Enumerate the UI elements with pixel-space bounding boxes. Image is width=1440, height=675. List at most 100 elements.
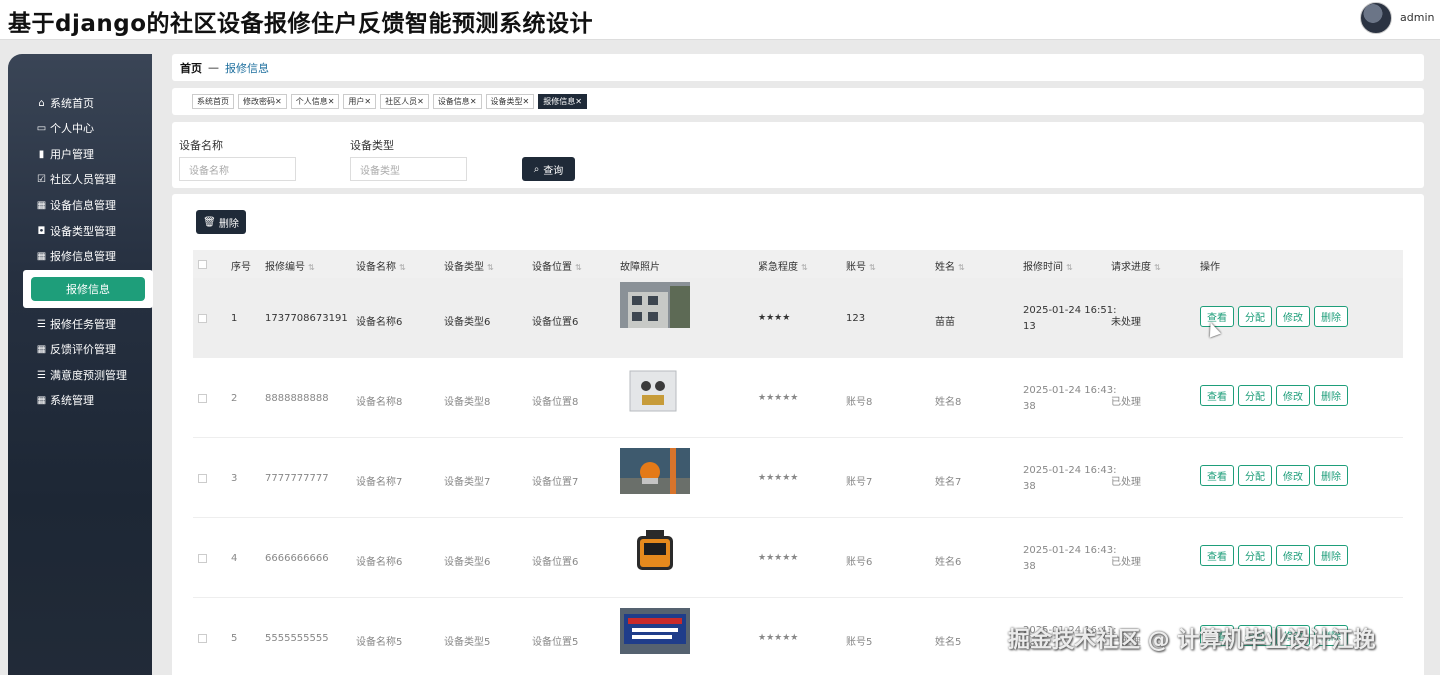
cell-account: 账号5 [846, 637, 873, 648]
tag-staff[interactable]: 社区人员 ✕ [380, 94, 429, 109]
top-bar: 基于django的社区设备报修住户反馈智能预测系统设计 admin [0, 0, 1440, 40]
cell-account: 账号6 [846, 557, 873, 568]
sidebar-item-system[interactable]: ▦ 系统管理 [36, 391, 94, 409]
tag-password[interactable]: 修改密码 ✕ [238, 94, 287, 109]
tag-device-info[interactable]: 设备信息 ✕ [432, 94, 482, 109]
cell-device-type: 设备类型5 [444, 637, 491, 648]
row-checkbox[interactable] [198, 314, 207, 323]
assign-button[interactable]: 分配 [1238, 465, 1272, 486]
cell-device-name: 设备名称6 [356, 557, 403, 568]
col-person[interactable]: 姓名 ⇅ [935, 258, 965, 273]
edit-button[interactable]: 修改 [1276, 465, 1310, 486]
cell-device-location: 设备位置6 [532, 317, 579, 328]
fault-photo[interactable] [620, 368, 690, 414]
delete-button[interactable]: 删除 [1314, 306, 1348, 327]
col-time[interactable]: 报修时间 ⇅ [1023, 258, 1073, 273]
check-icon: ☑ [37, 173, 46, 185]
cell-time: 2025-01-24 16:43: [1023, 385, 1117, 396]
device-name-input[interactable]: 设备名称 [179, 157, 296, 181]
sidebar-item-device-info[interactable]: ▦ 设备信息管理 [36, 196, 116, 214]
search-button[interactable]: ⌕ 查询 [522, 157, 575, 181]
delete-button[interactable]: 删除 [1314, 385, 1348, 406]
assign-button[interactable]: 分配 [1238, 385, 1272, 406]
tag-device-type[interactable]: 设备类型 ✕ [485, 94, 535, 109]
avatar[interactable] [1360, 2, 1392, 34]
cell-device-name: 设备名称5 [356, 637, 403, 648]
view-button[interactable]: 查看 [1200, 385, 1234, 406]
cell-device-type: 设备类型8 [444, 397, 491, 408]
view-button[interactable]: 查看 [1200, 465, 1234, 486]
breadcrumb-home[interactable]: 首页 [180, 60, 202, 76]
tag-user[interactable]: 用户 ✕ [343, 94, 377, 109]
close-icon[interactable]: ✕ [364, 97, 371, 106]
sort-icon: ⇅ [399, 263, 406, 272]
col-name[interactable]: 设备名称 ⇅ [356, 258, 406, 273]
edit-button[interactable]: 修改 [1276, 385, 1310, 406]
fault-photo[interactable] [620, 282, 690, 328]
row-checkbox[interactable] [198, 394, 207, 403]
sidebar-item-users[interactable]: ▮ 用户管理 [36, 145, 94, 163]
delete-button[interactable]: 删除 [1314, 465, 1348, 486]
select-all-checkbox[interactable] [198, 260, 207, 269]
edit-button[interactable]: 修改 [1276, 306, 1310, 327]
close-icon[interactable]: ✕ [328, 97, 335, 106]
tag-personal[interactable]: 个人信息 ✕ [290, 94, 340, 109]
table-row[interactable]: 2 8888888888 设备名称8 设备类型8 设备位置8 ★★★★★ 账号8 姓名8 已处理… [193, 358, 1403, 438]
cell-device-type: 设备类型6 [444, 317, 491, 328]
sidebar-item-staff[interactable]: ☑ 社区人员管理 [36, 170, 116, 188]
sidebar-item-device-type[interactable]: ◘ 设备类型管理 [36, 222, 116, 240]
fault-photo[interactable] [620, 528, 690, 574]
profile-icon: ▭ [36, 122, 47, 134]
sort-icon: ⇅ [308, 263, 315, 272]
cell-device-name: 设备名称7 [356, 477, 403, 488]
close-icon[interactable]: ✕ [417, 97, 424, 106]
cell-seq: 2 [231, 393, 238, 404]
col-type[interactable]: 设备类型 ⇅ [444, 258, 494, 273]
fault-photo[interactable] [620, 608, 690, 654]
table-row[interactable]: 1 1737708673191 设备名称6 设备类型6 设备位置6 ★★★★ 123 苗苗 未处… [193, 278, 1403, 358]
sidebar-item-feedback[interactable]: ▦ 反馈评价管理 [36, 340, 116, 358]
cell-urgency: ★★★★★ [758, 633, 799, 643]
close-icon[interactable]: ✕ [575, 97, 582, 106]
col-account[interactable]: 账号 ⇅ [846, 258, 876, 273]
close-icon[interactable]: ✕ [523, 97, 530, 106]
sidebar-item-repair-management[interactable]: ▦ 报修信息管理 [36, 247, 116, 265]
table-row[interactable]: 3 7777777777 设备名称7 设备类型7 设备位置7 ★★★★★ 账号7 姓名7 已处理… [193, 438, 1403, 518]
edit-button[interactable]: 修改 [1276, 545, 1310, 566]
sidebar: ⌂ 系统首页 ▭ 个人中心 ▮ 用户管理 ☑ 社区人员管理 ▦ 设备信息管理 ◘ 设备类型管… [8, 54, 153, 675]
sidebar-item-profile[interactable]: ▭ 个人中心 [36, 119, 94, 137]
cell-device-location: 设备位置5 [532, 637, 579, 648]
tag-repair-info[interactable]: 报修信息 ✕ [538, 94, 587, 109]
col-urgency[interactable]: 紧急程度 ⇅ [758, 258, 808, 273]
col-location[interactable]: 设备位置 ⇅ [532, 258, 582, 273]
row-checkbox[interactable] [198, 634, 207, 643]
bulk-delete-button[interactable]: 🗑 删除 [196, 210, 246, 234]
sidebar-item-satisfaction[interactable]: ☰ 满意度预测管理 [36, 366, 127, 384]
col-code[interactable]: 报修编号 ⇅ [265, 258, 315, 273]
user-name[interactable]: admin [1400, 11, 1434, 24]
view-button[interactable]: 查看 [1200, 545, 1234, 566]
cell-code: 6666666666 [265, 553, 329, 564]
tag-home[interactable]: 系统首页 [192, 94, 234, 109]
delete-button[interactable]: 删除 [1314, 545, 1348, 566]
user-icon: ▮ [38, 148, 45, 160]
table-row[interactable]: 4 6666666666 设备名称6 设备类型6 设备位置6 ★★★★★ 账号6 姓名6 已处理… [193, 518, 1403, 598]
close-icon[interactable]: ✕ [470, 97, 477, 106]
close-icon[interactable]: ✕ [275, 97, 282, 106]
col-status[interactable]: 请求进度 ⇅ [1111, 258, 1161, 273]
cell-time-seconds: 38 [1023, 401, 1036, 412]
cell-device-name: 设备名称6 [356, 317, 403, 328]
cell-device-type: 设备类型6 [444, 557, 491, 568]
assign-button[interactable]: 分配 [1238, 545, 1272, 566]
cell-urgency: ★★★★ [758, 313, 791, 323]
sidebar-item-repair-task[interactable]: ☰ 报修任务管理 [36, 315, 116, 333]
row-checkbox[interactable] [198, 554, 207, 563]
device-type-input[interactable]: 设备类型 [350, 157, 467, 181]
row-checkbox[interactable] [198, 474, 207, 483]
assign-button[interactable]: 分配 [1238, 306, 1272, 327]
grid-icon: ▦ [36, 199, 47, 211]
sidebar-item-repair-info[interactable]: 报修信息 [31, 277, 145, 301]
fault-photo[interactable] [620, 448, 690, 494]
sidebar-item-home[interactable]: ⌂ 系统首页 [36, 94, 94, 112]
col-photo: 故障照片 [620, 262, 660, 273]
